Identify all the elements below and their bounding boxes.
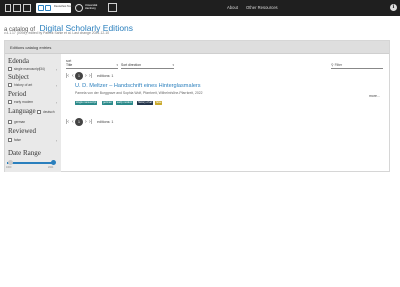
facet-item-label: german	[14, 120, 26, 124]
seal-icon	[75, 4, 83, 12]
catalog-panel: Editions catalog entries Edenda single m…	[4, 40, 390, 172]
logo-square-icon[interactable]	[13, 4, 21, 12]
logo-square-icon[interactable]	[5, 4, 11, 12]
chevron-right-icon[interactable]: ›	[56, 84, 57, 88]
facet-item-count: (34)	[39, 67, 45, 71]
facet-item-label: single manuscript	[14, 67, 40, 71]
chevron-right-icon[interactable]: ›	[56, 101, 57, 105]
facet-sidebar: Edenda single manuscript (34) › Subject …	[5, 54, 61, 172]
partner-logo[interactable]: Deutsches Textarchiv	[36, 3, 79, 13]
logo-square-icon[interactable]	[23, 4, 31, 12]
more-link[interactable]: more...	[369, 94, 380, 98]
tag-badge[interactable]: false	[155, 101, 163, 105]
date-range-min-handle[interactable]	[8, 159, 13, 165]
facet-item-label: early modern	[14, 100, 34, 104]
facet-title-date-range: Date Range	[8, 149, 41, 157]
prev-page-button[interactable]: ‹	[72, 118, 74, 126]
info-icon[interactable]: i	[390, 4, 397, 11]
nav-other-resources[interactable]: Other Resources	[246, 5, 278, 10]
checkbox[interactable]	[8, 67, 12, 71]
panel-title: Editions catalog entries	[10, 45, 52, 50]
date-range-slider-fill	[7, 162, 53, 164]
search-icon: ⚲	[331, 63, 334, 67]
tag-badge[interactable]: history of art	[137, 101, 154, 105]
checkbox[interactable]	[8, 138, 12, 142]
university-logo[interactable]: Universität Hamburg	[75, 3, 105, 13]
first-page-button[interactable]: |‹	[66, 72, 69, 80]
cc-icon	[45, 5, 51, 11]
tag-badge[interactable]: early modern	[116, 101, 134, 105]
nav-about[interactable]: About	[227, 5, 238, 10]
date-range-max-handle[interactable]	[51, 159, 56, 165]
date-range-min-label: 1000	[6, 166, 12, 169]
prev-page-button[interactable]: ‹	[72, 72, 74, 80]
version-info: v.4.1.17 (0094), edited by Patrick Sahle…	[4, 31, 110, 35]
university-logo-text: Universität Hamburg	[85, 4, 98, 10]
chevron-down-icon: ▾	[172, 63, 174, 67]
facet-title-language: Language	[8, 107, 36, 115]
checkbox[interactable]	[8, 100, 12, 104]
facet-item-label: history of art	[14, 83, 33, 87]
tag-badge[interactable]: single manuscript	[75, 101, 98, 105]
filter-placeholder: Filter	[334, 63, 343, 67]
chevron-down-icon: ▾	[116, 63, 118, 67]
panel-header: Editions catalog entries	[5, 41, 389, 54]
last-page-button[interactable]: ›|	[89, 118, 92, 126]
tag-badge[interactable]: german	[102, 101, 113, 105]
sort-direction-select[interactable]: Sort direction ▾	[121, 62, 174, 69]
checkbox[interactable]	[8, 83, 12, 87]
filter-input[interactable]: ⚲ Filter	[331, 62, 383, 69]
first-page-button[interactable]: |‹	[66, 118, 69, 126]
sort-field-value: Title	[66, 63, 73, 67]
facet-title-subject: Subject	[8, 73, 29, 81]
current-page[interactable]: 1	[75, 118, 83, 126]
facet-item-label: false	[14, 138, 21, 142]
pagination-bottom: |‹ ‹ 1 › ›| editions: 1	[66, 118, 136, 126]
bookmark-icon[interactable]	[108, 3, 117, 12]
sort-direction-value: Sort direction	[121, 63, 141, 67]
pagination-top: |‹ ‹ 1 › ›| editions: 1	[66, 72, 136, 80]
checkbox[interactable]	[8, 120, 12, 124]
sort-field-select[interactable]: Title ▾	[66, 62, 118, 69]
chevron-right-icon[interactable]: ›	[56, 68, 57, 72]
results-count: editions: 1	[97, 120, 114, 124]
facet-title-reviewed: Reviewed	[8, 127, 36, 135]
facet-item-label: deutsch	[43, 110, 55, 114]
results-count: editions: 1	[97, 74, 114, 78]
date-range-slider-track[interactable]	[7, 162, 53, 164]
result-title-link[interactable]: U. D. Meltzer – Handschrift eines Hinter…	[75, 83, 201, 89]
checkbox[interactable]	[37, 110, 41, 114]
last-page-button[interactable]: ›|	[89, 72, 92, 80]
result-subtitle: Pamela von der Burggrave and Sophia Wolf…	[75, 91, 203, 95]
next-page-button[interactable]: ›	[85, 72, 87, 80]
top-navigation-bar: Deutsches Textarchiv Universität Hamburg…	[0, 0, 400, 16]
facet-title-period: Period	[8, 90, 27, 98]
chevron-right-icon[interactable]: ›	[56, 139, 57, 143]
date-range-max-label: 2024	[48, 166, 54, 169]
next-page-button[interactable]: ›	[85, 118, 87, 126]
current-page[interactable]: 1	[75, 72, 83, 80]
facet-title-edenda: Edenda	[8, 57, 29, 65]
cc-icon	[38, 5, 44, 11]
